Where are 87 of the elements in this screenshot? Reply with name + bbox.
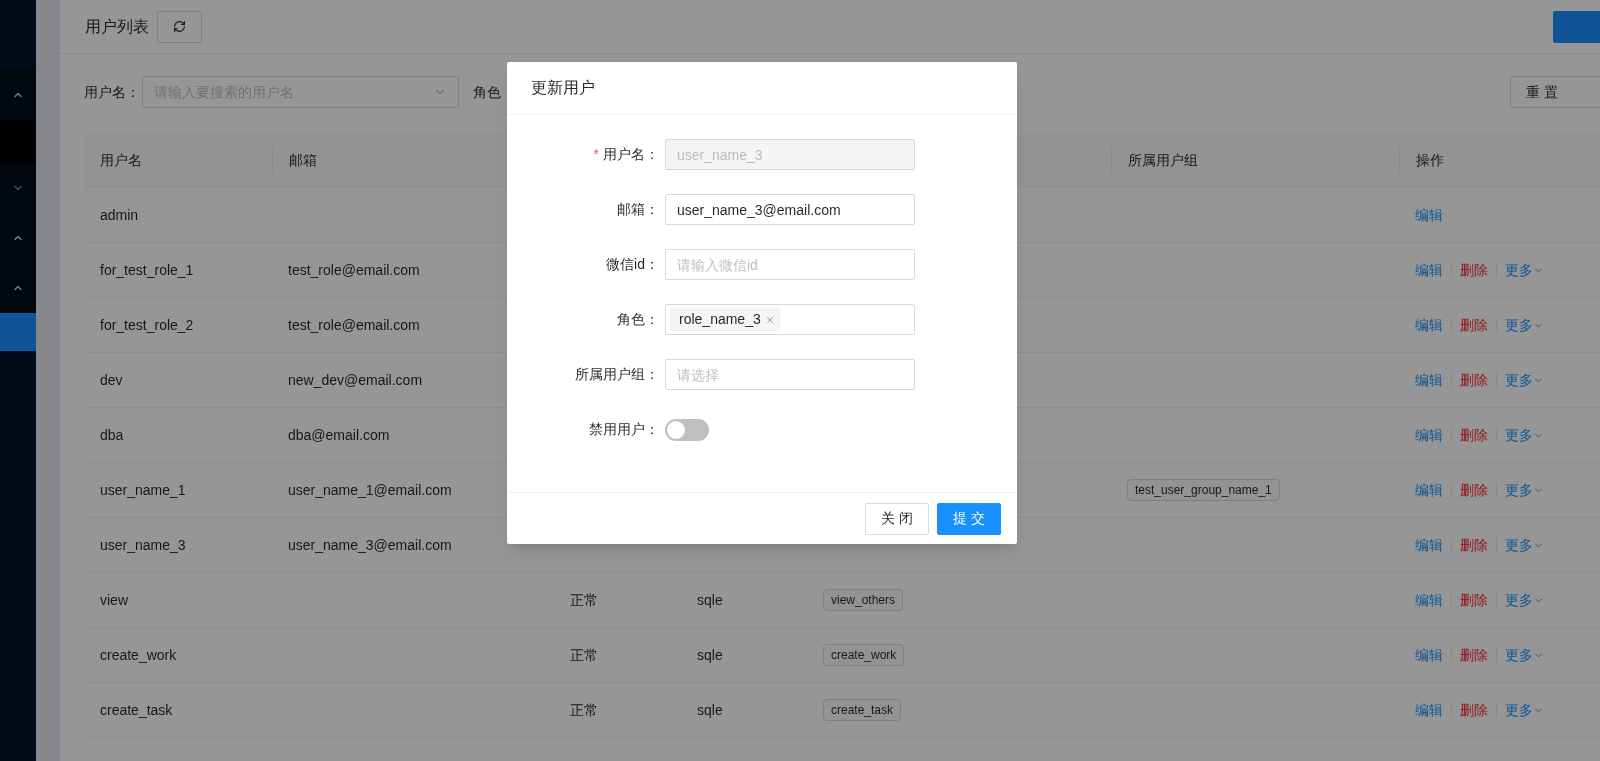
field-label: 所属用户组： bbox=[575, 365, 659, 384]
field-label: 角色： bbox=[617, 310, 659, 329]
more-link[interactable]: 更多 bbox=[1505, 589, 1544, 611]
filter-label: 用户名： bbox=[84, 82, 140, 102]
menu-group[interactable] bbox=[0, 163, 36, 213]
menu-group[interactable] bbox=[0, 263, 36, 313]
menu-item[interactable] bbox=[0, 313, 36, 351]
input-field[interactable]: 请选择 bbox=[665, 359, 915, 390]
tag: test_user_group_name_1 bbox=[1127, 479, 1280, 501]
table-cell-text: sqle bbox=[697, 645, 723, 665]
more-link[interactable]: 更多 bbox=[1505, 534, 1544, 556]
more-link[interactable]: 更多 bbox=[1505, 314, 1544, 336]
field-label: 邮箱： bbox=[617, 200, 659, 219]
table-cell-text: sqle bbox=[697, 590, 723, 610]
edit-link[interactable]: 编辑 bbox=[1415, 314, 1443, 336]
input-field[interactable]: user_name_3@email.com bbox=[665, 194, 915, 225]
table-cell-text: user_name_1@email.com bbox=[288, 480, 452, 500]
delete-link[interactable]: 删除 bbox=[1460, 589, 1488, 611]
delete-link[interactable]: 删除 bbox=[1460, 644, 1488, 666]
more-link[interactable]: 更多 bbox=[1505, 479, 1544, 501]
required-mark: * bbox=[593, 145, 599, 164]
column-header: 用户名 bbox=[100, 151, 142, 170]
table-cell-text: sqle bbox=[697, 700, 723, 720]
table-cell-text: dba@email.com bbox=[288, 425, 390, 445]
reset-button[interactable]: 重 置 bbox=[1510, 76, 1600, 108]
edit-link[interactable]: 编辑 bbox=[1415, 699, 1443, 721]
menu-group[interactable] bbox=[0, 70, 36, 120]
refresh-button[interactable] bbox=[157, 10, 202, 43]
tag: view_others bbox=[823, 589, 904, 611]
column-header: 操作 bbox=[1416, 151, 1444, 170]
table-cell-text: 正常 bbox=[570, 645, 598, 665]
filter-label: 角色 bbox=[473, 82, 501, 102]
edit-link[interactable]: 编辑 bbox=[1415, 644, 1443, 666]
toggle-switch[interactable] bbox=[665, 418, 709, 441]
close-button[interactable]: 关 闭 bbox=[865, 502, 930, 535]
refresh-icon bbox=[173, 20, 186, 33]
edit-link[interactable]: 编辑 bbox=[1415, 424, 1443, 446]
table-cell-text: create_work bbox=[100, 645, 177, 665]
more-link[interactable]: 更多 bbox=[1505, 699, 1544, 721]
delete-link[interactable]: 删除 bbox=[1460, 534, 1488, 556]
close-icon[interactable] bbox=[764, 314, 775, 325]
table-cell-text: view bbox=[100, 590, 128, 610]
delete-link[interactable]: 删除 bbox=[1460, 259, 1488, 281]
column-header: 所属用户组 bbox=[1128, 151, 1198, 170]
table-cell-text: dba bbox=[100, 425, 124, 445]
table-cell-text: user_name_1 bbox=[100, 480, 186, 500]
edit-link[interactable]: 编辑 bbox=[1415, 259, 1443, 281]
menu-item[interactable] bbox=[0, 120, 36, 163]
more-link[interactable]: 更多 bbox=[1505, 644, 1544, 666]
table-cell-text: 正常 bbox=[570, 590, 598, 610]
field-label: 禁用用户： bbox=[589, 420, 659, 439]
column-header: 邮箱 bbox=[289, 151, 317, 170]
table-cell-text: create_task bbox=[100, 700, 173, 720]
action-button[interactable] bbox=[1553, 10, 1600, 43]
more-link[interactable]: 更多 bbox=[1505, 259, 1544, 281]
delete-link[interactable]: 删除 bbox=[1460, 369, 1488, 391]
edit-link[interactable]: 编辑 bbox=[1415, 534, 1443, 556]
more-link[interactable]: 更多 bbox=[1505, 369, 1544, 391]
table-cell-text: user_name_3 bbox=[100, 535, 186, 555]
modal-title: 更新用户 bbox=[531, 78, 595, 98]
delete-link[interactable]: 删除 bbox=[1460, 424, 1488, 446]
table-cell-text: 正常 bbox=[570, 700, 598, 720]
delete-link[interactable]: 删除 bbox=[1460, 314, 1488, 336]
tag: create_task bbox=[823, 699, 902, 721]
field-label: 用户名： bbox=[603, 145, 659, 164]
edit-link[interactable]: 编辑 bbox=[1415, 589, 1443, 611]
submit-button[interactable]: 提 交 bbox=[937, 502, 1001, 535]
page-title: 用户列表 bbox=[85, 16, 149, 37]
input-field[interactable]: 请输入微信id bbox=[665, 249, 915, 280]
table-cell-text: admin bbox=[100, 205, 139, 225]
tag-text: role_name_3 bbox=[679, 310, 761, 329]
tag: create_work bbox=[823, 644, 905, 666]
edit-link[interactable]: 编辑 bbox=[1415, 204, 1443, 226]
table-cell-text: dev bbox=[100, 370, 123, 390]
table-cell-text: for_test_role_2 bbox=[100, 315, 194, 335]
table-cell-text: user_name_3@email.com bbox=[288, 535, 452, 555]
field-label: 微信id： bbox=[606, 255, 659, 274]
select-field[interactable]: role_name_3 bbox=[665, 304, 915, 335]
table-cell-text: test_role@email.com bbox=[288, 315, 420, 335]
table-cell-text: test_role@email.com bbox=[288, 260, 420, 280]
delete-link[interactable]: 删除 bbox=[1460, 479, 1488, 501]
edit-link[interactable]: 编辑 bbox=[1415, 479, 1443, 501]
table-cell-text: new_dev@email.com bbox=[288, 370, 423, 390]
more-link[interactable]: 更多 bbox=[1505, 424, 1544, 446]
delete-link[interactable]: 删除 bbox=[1460, 699, 1488, 721]
edit-link[interactable]: 编辑 bbox=[1415, 369, 1443, 391]
table-cell-text: for_test_role_1 bbox=[100, 260, 194, 280]
